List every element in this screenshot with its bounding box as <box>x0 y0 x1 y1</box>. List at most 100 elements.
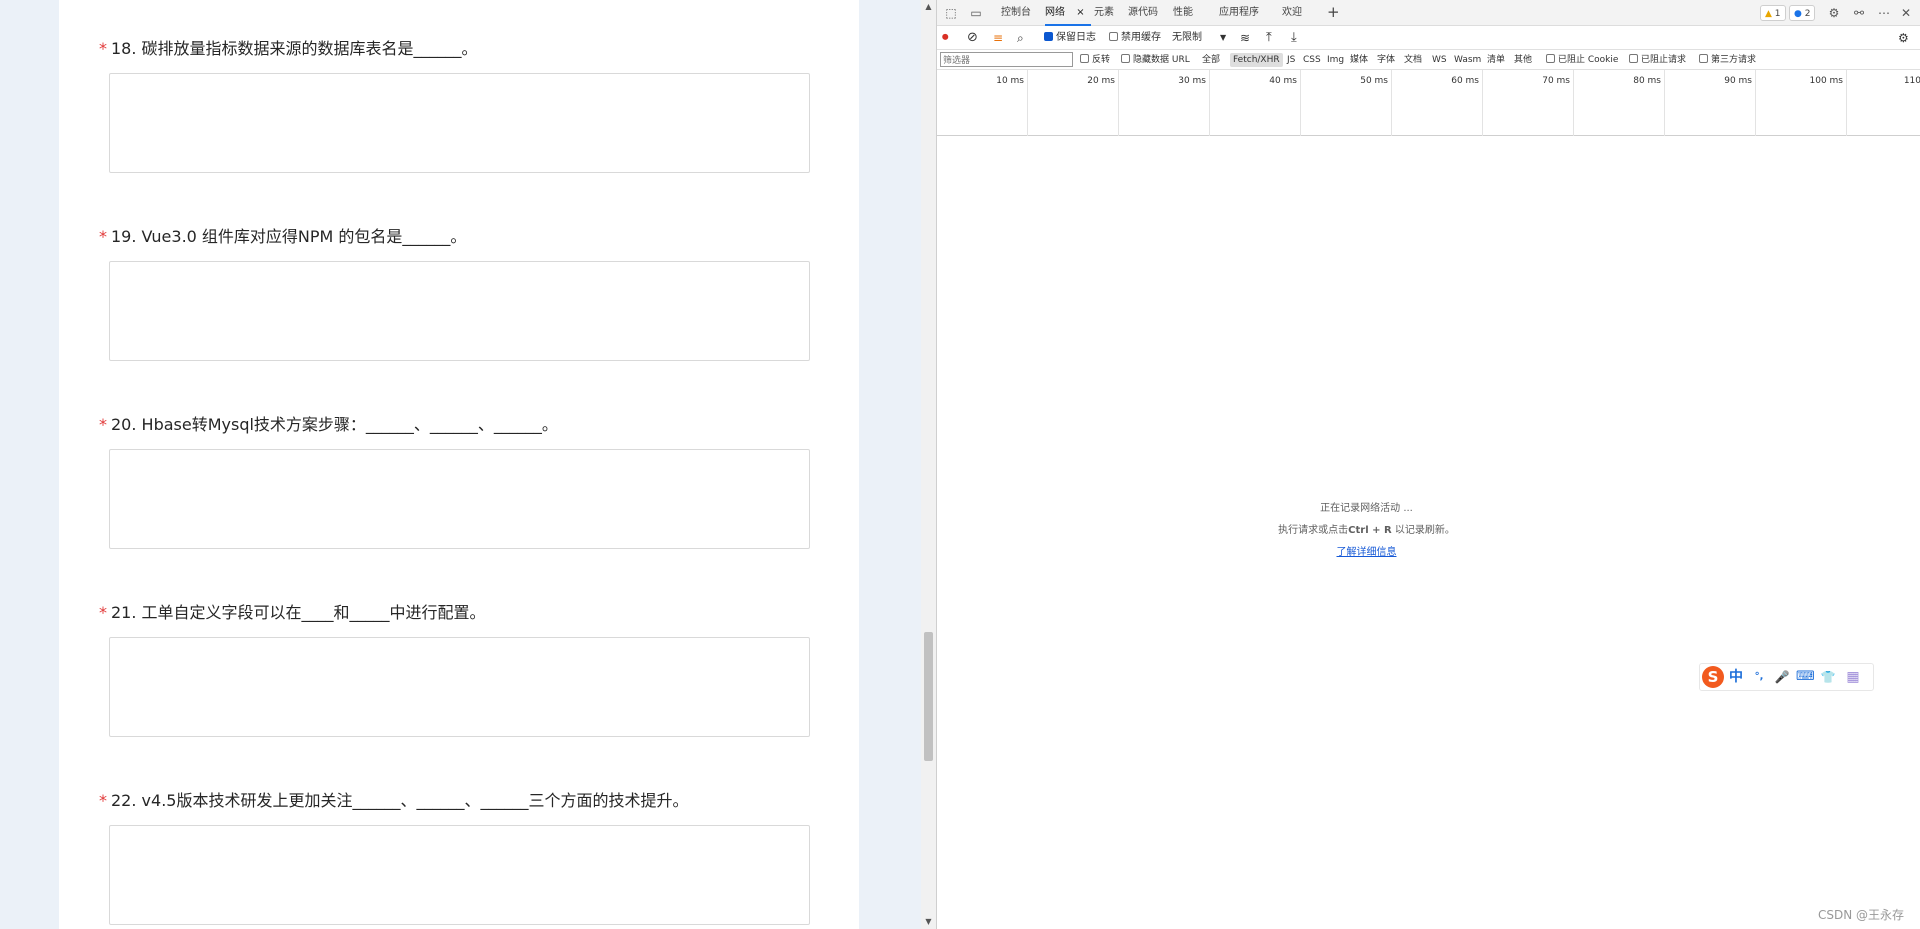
filter-img[interactable]: Img <box>1327 50 1344 70</box>
warnings-badge[interactable]: ▲ 1 <box>1760 5 1786 21</box>
filter-fetch-xhr[interactable]: Fetch/XHR <box>1230 53 1283 67</box>
preserve-log-checkbox[interactable]: 保留日志 <box>1044 26 1096 50</box>
reload-shortcut: Ctrl + R <box>1348 525 1392 536</box>
add-tab-button[interactable]: + <box>1327 0 1340 26</box>
inspect-element-icon[interactable]: ⬚ <box>944 6 958 20</box>
issues-badge[interactable]: ● 2 <box>1789 5 1816 21</box>
question-number: 18. <box>111 39 137 58</box>
filter-manifest[interactable]: 清单 <box>1487 50 1505 70</box>
timeline-tick: 30 ms <box>1119 70 1210 136</box>
blocked-cookies-checkbox[interactable]: 已阻止 Cookie <box>1546 50 1618 70</box>
network-empty-state: 正在记录网络活动 ... 执行请求或点击Ctrl + R 以记录刷新。 了解详细… <box>937 498 1796 564</box>
hide-data-urls-label: 隐藏数据 URL <box>1133 55 1190 65</box>
network-conditions-icon[interactable]: ≋ <box>1240 26 1250 50</box>
timeline-tick: 100 ms <box>1756 70 1847 136</box>
blocked-requests-checkbox[interactable]: 已阻止请求 <box>1629 50 1686 70</box>
answer-textarea[interactable] <box>109 261 810 361</box>
checkbox[interactable] <box>1080 54 1089 63</box>
scroll-thumb[interactable] <box>924 632 933 761</box>
tab-network[interactable]: 网络 × <box>1045 0 1091 26</box>
customize-icon[interactable]: ⚯ <box>1852 6 1866 20</box>
third-party-checkbox[interactable]: 第三方请求 <box>1699 50 1756 70</box>
required-mark: * <box>99 227 107 246</box>
watermark: CSDN @王永存 <box>1817 908 1904 922</box>
export-har-icon[interactable]: ⤓ <box>1291 26 1297 50</box>
answer-textarea[interactable] <box>109 73 810 173</box>
filter-funnel-icon[interactable]: ≡ <box>993 26 1003 50</box>
network-settings-gear-icon[interactable]: ⚙ <box>1898 26 1909 50</box>
tick-label: 50 ms <box>1360 76 1388 86</box>
ime-language-toggle[interactable]: 中 <box>1727 668 1745 686</box>
network-timeline-overview[interactable]: 10 ms 20 ms 30 ms 40 ms 50 ms 60 ms 70 m… <box>937 70 1920 136</box>
checkbox-checked[interactable] <box>1044 32 1053 41</box>
tab-welcome[interactable]: 欢迎 <box>1282 0 1302 26</box>
checkbox[interactable] <box>1546 54 1555 63</box>
scroll-up-arrow[interactable]: ▲ <box>921 0 936 14</box>
checkbox[interactable] <box>1121 54 1130 63</box>
question-title: * 21. 工单自定义字段可以在____和_____中进行配置。 <box>99 603 486 623</box>
keyboard-icon[interactable]: ⌨ <box>1796 668 1815 686</box>
answer-textarea[interactable] <box>109 825 810 925</box>
ime-toolbar[interactable]: S 中 °, 🎤 ⌨ 👕 ▦ <box>1699 663 1874 691</box>
tick-label: 70 ms <box>1542 76 1570 86</box>
throttling-value: 无限制 <box>1172 32 1202 43</box>
filter-all[interactable]: 全部 <box>1202 50 1220 70</box>
filter-media[interactable]: 媒体 <box>1350 50 1368 70</box>
question-title: * 20. Hbase转Mysql技术方案步骤：______、______、___… <box>99 415 558 435</box>
answer-textarea[interactable] <box>109 637 810 737</box>
device-toolbar-icon[interactable]: ▭ <box>969 6 983 20</box>
survey-form: * 18. 碳排放量指标数据来源的数据库表名是______。 * 19. Vue3.… <box>59 0 859 929</box>
skin-shirt-icon[interactable]: 👕 <box>1819 668 1837 686</box>
tab-console[interactable]: 控制台 <box>1001 0 1031 26</box>
voice-input-icon[interactable]: 🎤 <box>1773 668 1791 686</box>
settings-gear-icon[interactable]: ⚙ <box>1827 6 1841 20</box>
question-text: 工单自定义字段可以在____和_____中进行配置。 <box>141 603 486 622</box>
throttling-select[interactable]: 无限制 ▼ <box>1172 26 1226 50</box>
tab-sources[interactable]: 源代码 <box>1128 0 1158 26</box>
timeline-tick: 20 ms <box>1028 70 1119 136</box>
filter-ws[interactable]: WS <box>1432 50 1447 70</box>
clear-icon[interactable]: ⊘ <box>967 26 978 50</box>
tab-elements[interactable]: 元素 <box>1094 0 1114 26</box>
filter-wasm[interactable]: Wasm <box>1454 50 1481 70</box>
question-number: 21. <box>111 603 137 622</box>
invert-checkbox[interactable]: 反转 <box>1080 50 1110 70</box>
toolbox-icon[interactable]: ▦ <box>1844 668 1862 686</box>
filter-font[interactable]: 字体 <box>1377 50 1395 70</box>
issues-count: 2 <box>1804 9 1811 19</box>
chevron-down-icon: ▼ <box>1220 33 1227 42</box>
third-party-label: 第三方请求 <box>1711 55 1757 65</box>
checkbox[interactable] <box>1699 54 1708 63</box>
filter-input[interactable] <box>940 52 1073 67</box>
filter-doc[interactable]: 文档 <box>1404 50 1422 70</box>
checkbox[interactable] <box>1109 32 1118 41</box>
filter-other[interactable]: 其他 <box>1514 50 1532 70</box>
preserve-log-label: 保留日志 <box>1056 32 1096 43</box>
search-icon[interactable]: ⌕ <box>1017 26 1024 50</box>
close-icon[interactable]: × <box>1076 7 1084 18</box>
filter-css[interactable]: CSS <box>1303 50 1321 70</box>
close-devtools-icon[interactable]: ✕ <box>1899 6 1913 20</box>
question-number: 19. <box>111 227 137 246</box>
filter-js[interactable]: JS <box>1287 50 1295 70</box>
hide-data-urls-checkbox[interactable]: 隐藏数据 URL <box>1121 50 1190 70</box>
scroll-down-arrow[interactable]: ▼ <box>921 915 936 929</box>
sogou-logo-icon[interactable]: S <box>1702 666 1724 688</box>
disable-cache-checkbox[interactable]: 禁用缓存 <box>1109 26 1161 50</box>
tab-application[interactable]: 应用程序 <box>1219 0 1259 26</box>
invert-label: 反转 <box>1092 55 1111 65</box>
page-scrollbar[interactable]: ▲ ▼ <box>921 0 936 929</box>
tab-performance[interactable]: 性能 <box>1173 0 1193 26</box>
question-number: 20. <box>111 415 137 434</box>
timeline-tick: 50 ms <box>1301 70 1392 136</box>
punctuation-icon[interactable]: °, <box>1750 668 1768 686</box>
issues-icon: ● <box>1794 9 1802 19</box>
tick-label: 10 ms <box>996 76 1024 86</box>
tick-label: 20 ms <box>1087 76 1115 86</box>
record-stop-icon[interactable]: ⏺ <box>942 26 949 50</box>
import-har-icon[interactable]: ⤒ <box>1266 26 1272 50</box>
answer-textarea[interactable] <box>109 449 810 549</box>
checkbox[interactable] <box>1629 54 1638 63</box>
more-options-icon[interactable]: ⋯ <box>1877 6 1891 20</box>
learn-more-link[interactable]: 了解详细信息 <box>1337 547 1397 558</box>
